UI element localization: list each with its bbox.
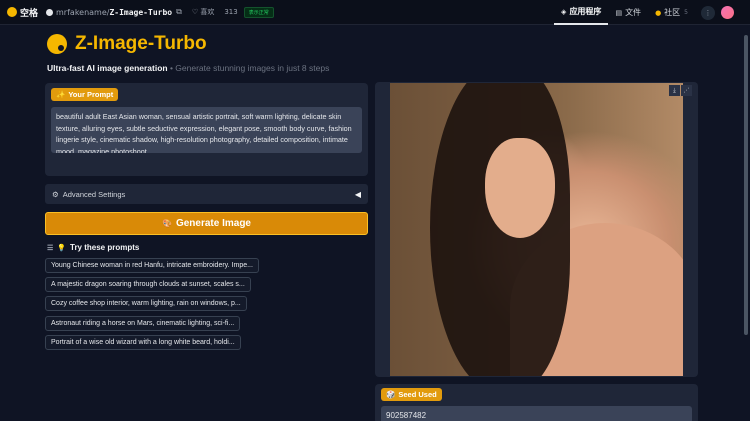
example-prompt[interactable]: Young Chinese woman in red Hanfu, intric…	[45, 258, 259, 273]
copy-icon[interactable]: ⧉	[176, 7, 182, 17]
advanced-settings-label: Advanced Settings	[62, 189, 126, 199]
community-count: 5	[684, 9, 688, 16]
nav-item-community[interactable]: ● 社区 5	[648, 0, 695, 25]
nav-item-files[interactable]: ▤ 文件	[608, 0, 648, 25]
generate-icon: 🎨	[161, 219, 172, 228]
subtitle-strong: Ultra-fast AI image generation	[47, 63, 168, 73]
example-prompt[interactable]: Astronaut riding a horse on Mars, cinema…	[45, 316, 241, 331]
prompt-label: ✨ Your Prompt	[51, 88, 119, 101]
seed-value[interactable]: 902587482	[381, 406, 692, 421]
image-toolbar: ⤓ ⋰	[668, 85, 692, 96]
top-nav: ◈ 应用程序 ▤ 文件 ● 社区 5 ⋮	[554, 0, 750, 25]
page-subtitle: Ultra-fast AI image generation • Generat…	[47, 63, 329, 73]
share-icon[interactable]: ⋰	[681, 85, 692, 96]
like-button[interactable]: ♡ 喜欢 313	[192, 7, 238, 17]
image-face	[485, 138, 555, 238]
page-scrollbar[interactable]	[744, 25, 749, 421]
apps-icon: ◈	[561, 7, 567, 16]
like-label: ♡ 喜欢	[191, 8, 215, 16]
subtitle-muted: • Generate stunning images in just 8 ste…	[167, 63, 330, 73]
example-prompt[interactable]: Portrait of a wise old wizard with a lon…	[45, 335, 241, 350]
sparkle-icon: ✨	[56, 90, 66, 99]
prompt-panel: ✨ Your Prompt beautiful adult East Asian…	[45, 83, 368, 176]
nav-label-community: 社区	[664, 8, 681, 17]
repo-link[interactable]: Z-Image-Turbo	[109, 8, 172, 17]
owner-avatar	[46, 8, 54, 16]
owner-link[interactable]: mrfakename/	[56, 8, 109, 17]
gear-icon: ⚙	[52, 189, 59, 199]
nav-label-files: 文件	[625, 8, 642, 17]
dice-icon: 🎲	[386, 390, 396, 399]
examples-heading: ☰ 💡 Try these prompts	[47, 243, 139, 252]
brand[interactable]: 空格	[7, 6, 38, 19]
top-bar: 空格 mrfakename/ Z-Image-Turbo ⧉ ♡ 喜欢 313 …	[0, 0, 750, 25]
breadcrumb: mrfakename/ Z-Image-Turbo ⧉	[46, 7, 182, 17]
generate-button[interactable]: 🎨 Generate Image	[45, 212, 368, 235]
example-prompt[interactable]: Cozy coffee shop interior, warm lighting…	[45, 296, 247, 311]
status-badge: 表示正常	[243, 6, 274, 18]
download-icon[interactable]: ⤓	[669, 85, 680, 96]
list-icon: ☰	[47, 244, 54, 252]
palette-icon	[47, 34, 67, 54]
file-icon: ▤	[615, 8, 623, 17]
examples-heading-text: Try these prompts	[70, 243, 140, 252]
user-avatar[interactable]	[721, 6, 734, 19]
generate-button-label: Generate Image	[175, 218, 251, 229]
brand-name: 空格	[20, 8, 39, 19]
advanced-settings-toggle[interactable]: ⚙ Advanced Settings ◀	[45, 184, 368, 204]
scrollbar-thumb[interactable]	[744, 35, 748, 335]
output-image-panel: ⤓ ⋰	[375, 82, 698, 377]
page-header: Z-Image-Turbo	[47, 33, 207, 55]
nav-item-apps[interactable]: ◈ 应用程序	[554, 0, 609, 25]
like-count: 313	[224, 8, 238, 16]
caret-left-icon: ◀	[354, 189, 361, 199]
lightbulb-icon: 💡	[57, 244, 66, 252]
generated-image	[390, 83, 683, 376]
seed-panel: 🎲 Seed Used 902587482	[375, 384, 698, 421]
nav-label-apps: 应用程序	[569, 7, 602, 16]
prompt-input[interactable]: beautiful adult East Asian woman, sensua…	[51, 107, 362, 153]
spaces-logo-icon	[7, 7, 17, 17]
example-prompt[interactable]: A majestic dragon soaring through clouds…	[45, 277, 251, 292]
prompt-label-text: Your Prompt	[68, 90, 114, 99]
more-options-icon[interactable]: ⋮	[701, 5, 715, 20]
page-title: Z-Image-Turbo	[75, 33, 207, 54]
community-icon: ●	[655, 8, 662, 17]
seed-label: 🎲 Seed Used	[381, 388, 442, 401]
seed-label-text: Seed Used	[398, 390, 437, 399]
